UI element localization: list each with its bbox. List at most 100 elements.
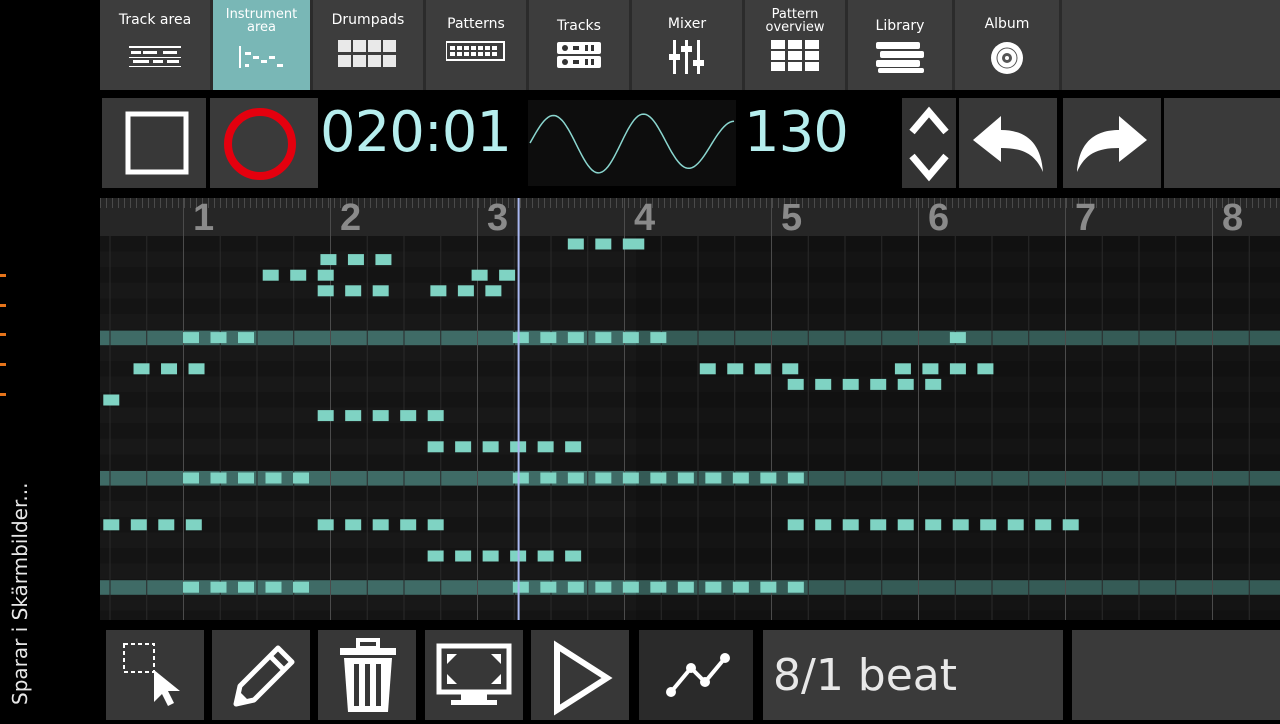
ruler-tick xyxy=(418,198,419,208)
quantize-selector[interactable]: 8/1 beat xyxy=(763,630,1063,720)
track-area-icon xyxy=(127,40,183,74)
chevron-down-icon[interactable] xyxy=(909,153,949,182)
play-button[interactable] xyxy=(531,630,629,720)
bar-line xyxy=(918,198,919,620)
waveform-display xyxy=(528,100,736,186)
ruler-tick xyxy=(598,198,599,208)
tab-mixer[interactable]: Mixer xyxy=(632,0,742,90)
zoom-fit-button[interactable] xyxy=(425,630,523,720)
note xyxy=(400,519,417,531)
beat-line xyxy=(1248,236,1250,620)
tab-patterns[interactable]: Patterns xyxy=(426,0,526,90)
ruler-tick xyxy=(172,198,173,208)
ruler-tick xyxy=(322,198,323,208)
note xyxy=(293,581,309,593)
ruler-tick xyxy=(154,198,155,208)
ruler-tick xyxy=(256,198,257,208)
beat-line xyxy=(587,236,589,620)
bar-number: 6 xyxy=(928,198,949,239)
automation-button[interactable] xyxy=(639,630,753,720)
ruler-tick xyxy=(748,198,749,208)
note xyxy=(512,472,529,484)
tab-instrument-area[interactable]: Instrument area xyxy=(213,0,310,90)
ruler-tick xyxy=(604,198,605,208)
note xyxy=(677,472,694,484)
note xyxy=(372,519,389,531)
ruler-tick xyxy=(1276,198,1277,208)
tab-label-text: Instrument area xyxy=(225,7,298,35)
ruler-tick xyxy=(844,198,845,208)
ruler-tick xyxy=(148,198,149,208)
ruler-tick xyxy=(838,198,839,208)
redo-button[interactable] xyxy=(1063,98,1161,188)
tab-album[interactable]: Album xyxy=(955,0,1059,90)
bar-number: 2 xyxy=(340,198,361,239)
note xyxy=(400,410,417,422)
beat-line xyxy=(256,236,258,620)
ruler-tick xyxy=(880,198,881,208)
stop-icon xyxy=(125,111,189,175)
ruler-tick xyxy=(538,198,539,208)
bar-number: 4 xyxy=(634,198,655,239)
tab-drumpads[interactable]: Drumpads xyxy=(313,0,423,90)
chevron-up-icon[interactable] xyxy=(909,106,949,135)
tempo-stepper[interactable] xyxy=(902,98,956,188)
note xyxy=(540,472,557,484)
ruler-tick xyxy=(160,198,161,208)
ruler-tick xyxy=(118,198,119,208)
ruler-tick xyxy=(628,198,629,208)
library-icon xyxy=(874,40,926,78)
ruler-tick xyxy=(994,198,995,208)
piano-roll-grid[interactable]: 1 2 3 4 5 6 7 8 xyxy=(100,198,1280,620)
ruler-tick xyxy=(274,198,275,208)
ruler-tick xyxy=(382,198,383,208)
ruler-tick xyxy=(190,198,191,208)
undo-button[interactable] xyxy=(959,98,1057,188)
stop-button[interactable] xyxy=(102,98,206,188)
waveform-graph xyxy=(529,113,735,174)
ruler-tick xyxy=(520,198,521,208)
ruler-tick xyxy=(958,198,959,208)
bar-line xyxy=(1212,198,1213,620)
ruler-tick xyxy=(700,198,701,208)
ruler-tick xyxy=(532,198,533,208)
select-tool-button[interactable] xyxy=(106,630,204,720)
tab-pattern-overview[interactable]: Pattern overview xyxy=(745,0,845,90)
note xyxy=(427,441,444,453)
ruler-tick xyxy=(862,198,863,208)
tab-tracks[interactable]: Tracks xyxy=(529,0,629,90)
quantize-label: 8/1 beat xyxy=(773,650,958,701)
piano-roll[interactable]: 1 2 3 4 5 6 7 8 xyxy=(100,198,1280,620)
note xyxy=(782,363,799,375)
note xyxy=(537,550,554,562)
note xyxy=(372,285,389,297)
ruler-tick xyxy=(892,198,893,208)
instrument-area-icon xyxy=(237,44,287,76)
note xyxy=(565,441,582,453)
delete-tool-button[interactable] xyxy=(318,630,416,720)
tab-label: Tracks xyxy=(557,18,601,34)
toolbar-filler xyxy=(1062,0,1280,90)
note xyxy=(317,519,334,531)
tab-label: Track area xyxy=(118,12,192,28)
pencil-tool-button[interactable] xyxy=(212,630,310,720)
ruler-tick xyxy=(112,198,113,208)
ruler-tick xyxy=(544,198,545,208)
record-button[interactable] xyxy=(210,98,318,188)
note xyxy=(130,519,147,531)
pencil-icon xyxy=(233,645,295,707)
tab-track-area[interactable]: Track area xyxy=(100,0,210,90)
ruler-tick xyxy=(1012,198,1013,208)
ruler-tick xyxy=(1036,198,1037,208)
ruler-tick xyxy=(406,198,407,208)
note xyxy=(293,472,309,484)
ruler-tick xyxy=(370,198,371,208)
bar-number: 5 xyxy=(781,198,802,239)
ruler-tick xyxy=(904,198,905,208)
ruler-tick xyxy=(478,198,479,208)
ruler-tick xyxy=(1042,198,1043,208)
ruler-tick xyxy=(814,198,815,208)
tab-library[interactable]: Library xyxy=(848,0,952,90)
ruler-tick xyxy=(1108,198,1109,208)
ruler-tick xyxy=(268,198,269,208)
